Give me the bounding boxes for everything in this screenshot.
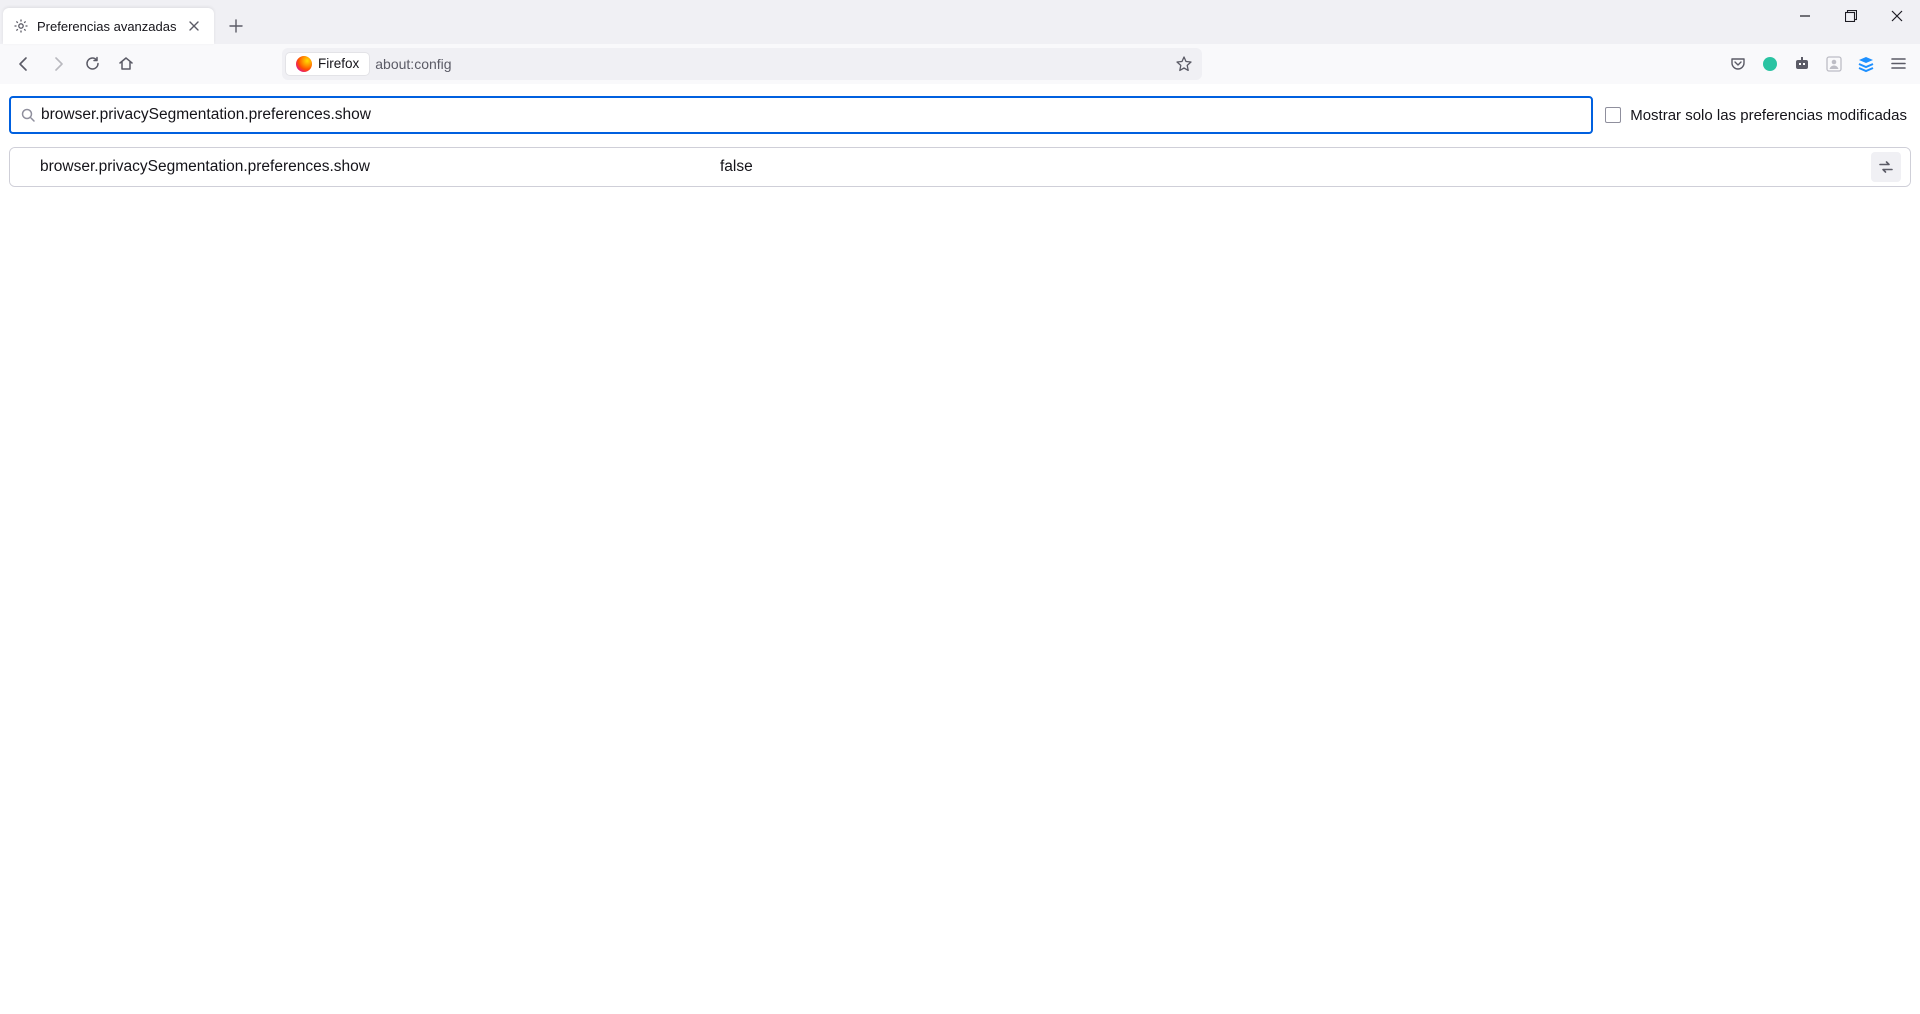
- reload-button[interactable]: [76, 48, 108, 80]
- arrow-left-icon: [15, 55, 33, 73]
- toolbar-right: [1724, 50, 1912, 78]
- titlebar: Preferencias avanzadas: [0, 0, 1920, 44]
- extension-icon-green[interactable]: [1756, 50, 1784, 78]
- robot-icon: [1793, 55, 1811, 73]
- pref-table: browser.privacySegmentation.preferences.…: [9, 147, 1911, 187]
- pocket-button[interactable]: [1724, 50, 1752, 78]
- plus-icon: [229, 19, 243, 33]
- arrow-right-icon: [49, 55, 67, 73]
- maximize-button[interactable]: [1828, 0, 1874, 32]
- pref-row[interactable]: browser.privacySegmentation.preferences.…: [10, 148, 1910, 186]
- minimize-button[interactable]: [1782, 0, 1828, 32]
- search-input[interactable]: [41, 106, 1585, 124]
- circle-green-icon: [1761, 55, 1779, 73]
- extension-icon-blue[interactable]: [1852, 50, 1880, 78]
- back-button[interactable]: [8, 48, 40, 80]
- search-row: Mostrar solo las preferencias modificada…: [9, 96, 1911, 134]
- search-icon: [20, 107, 36, 123]
- person-icon: [1825, 55, 1843, 73]
- browser-tab[interactable]: Preferencias avanzadas: [3, 8, 214, 44]
- search-field-wrapper[interactable]: [9, 96, 1593, 134]
- hamburger-icon: [1890, 55, 1907, 72]
- tab-title: Preferencias avanzadas: [37, 19, 176, 34]
- minimize-icon: [1799, 10, 1811, 22]
- extension-icon-robot[interactable]: [1788, 50, 1816, 78]
- layers-blue-icon: [1856, 54, 1876, 74]
- tab-close-button[interactable]: [184, 16, 204, 36]
- nav-toolbar: Firefox about:config: [0, 44, 1920, 84]
- account-button[interactable]: [1820, 50, 1848, 78]
- filter-label: Mostrar solo las preferencias modificada…: [1630, 107, 1907, 124]
- url-text: about:config: [375, 56, 451, 72]
- close-window-button[interactable]: [1874, 0, 1920, 32]
- show-modified-only-checkbox[interactable]: Mostrar solo las preferencias modificada…: [1605, 107, 1911, 124]
- pref-value: false: [720, 158, 1871, 176]
- firefox-logo-icon: [296, 56, 312, 72]
- app-menu-button[interactable]: [1884, 50, 1912, 78]
- close-icon: [1891, 10, 1903, 22]
- reload-icon: [84, 55, 101, 72]
- identity-label: Firefox: [318, 56, 359, 71]
- home-icon: [117, 55, 135, 73]
- home-button[interactable]: [110, 48, 142, 80]
- toggle-arrows-icon: [1877, 158, 1895, 176]
- bookmark-button[interactable]: [1170, 50, 1198, 78]
- aboutconfig-content: Mostrar solo las preferencias modificada…: [0, 84, 1920, 187]
- identity-box[interactable]: Firefox: [286, 53, 369, 75]
- window-controls: [1782, 0, 1920, 44]
- maximize-icon: [1845, 10, 1857, 22]
- pref-name: browser.privacySegmentation.preferences.…: [40, 158, 720, 176]
- pocket-icon: [1729, 55, 1747, 73]
- forward-button[interactable]: [42, 48, 74, 80]
- new-tab-button[interactable]: [220, 10, 252, 42]
- star-icon: [1175, 55, 1193, 73]
- close-icon: [188, 20, 200, 32]
- checkbox-box: [1605, 107, 1621, 123]
- toggle-pref-button[interactable]: [1871, 152, 1901, 182]
- url-bar[interactable]: Firefox about:config: [282, 48, 1202, 80]
- gear-icon: [13, 18, 29, 34]
